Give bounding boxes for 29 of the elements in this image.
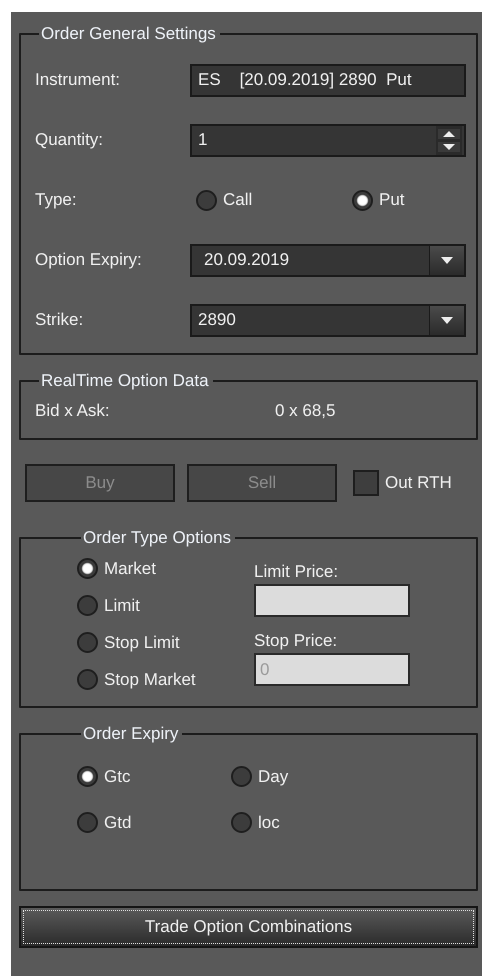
field-label: Limit Price: xyxy=(254,562,340,583)
radio-label[interactable]: Market xyxy=(104,558,156,578)
field-label: Type: xyxy=(35,190,78,210)
radio-label[interactable]: Stop Limit xyxy=(104,632,180,652)
field-label: Bid x Ask: xyxy=(35,401,111,421)
radio-label[interactable]: Call xyxy=(223,190,252,210)
field-label: Instrument: xyxy=(35,70,122,90)
field-label: Strike: xyxy=(35,310,84,330)
trade-button[interactable]: Trade Option Combinations xyxy=(19,906,478,948)
group-title: Order Expiry xyxy=(82,724,180,744)
radio-label[interactable]: Stop Market xyxy=(104,670,196,690)
group-title: RealTime Option Data xyxy=(40,371,210,391)
radio-label[interactable]: Day xyxy=(258,766,288,786)
radio-label[interactable]: loc xyxy=(258,812,280,832)
checkbox-label[interactable]: Out RTH xyxy=(385,473,452,493)
radio-label[interactable]: Limit xyxy=(104,596,140,616)
radio-label[interactable]: Put xyxy=(379,190,405,210)
group-title: Order General Settings xyxy=(40,24,217,44)
instrument-field[interactable]: ES [20.09.2019] 2890 Put xyxy=(190,64,466,96)
field-label: Option Expiry: xyxy=(35,250,143,270)
field-label: Quantity: xyxy=(35,130,104,150)
radio-label[interactable]: Gtd xyxy=(104,812,132,832)
bid-ask-value: 0 x 68,5 xyxy=(275,401,336,421)
group-title: Order Type Options xyxy=(82,528,232,548)
radio-label[interactable]: Gtc xyxy=(104,766,130,786)
quantity-spinbox[interactable]: 1 xyxy=(190,124,466,156)
strike-dropdown[interactable]: 2890 xyxy=(190,304,466,336)
expiry-dropdown[interactable]: 20.09.2019 xyxy=(190,244,466,276)
field-label: Stop Price: xyxy=(254,631,338,652)
